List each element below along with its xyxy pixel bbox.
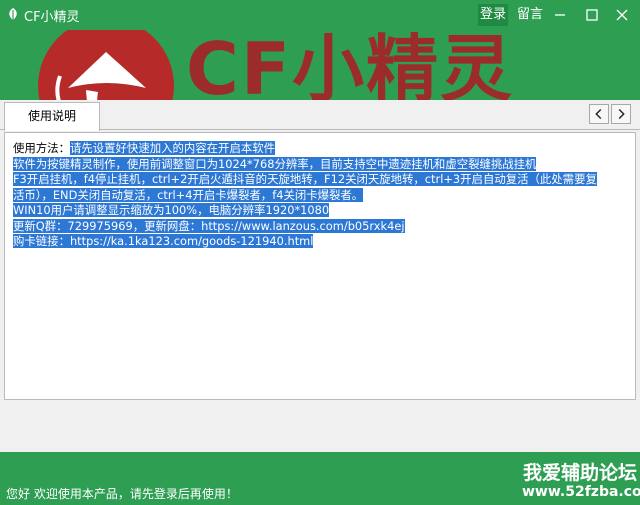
message-button[interactable]: 留言 [515, 4, 545, 26]
instructions-prefix: 使用方法： [13, 141, 70, 155]
conical-hat-logo [55, 52, 146, 100]
instruction-line: 软件为按键精灵制作，使用前调整窗口为1024*768分辨率，目前支持空中遗迹挂机… [13, 156, 635, 173]
selected-text: 购卡链接：https://ka.1ka123.com/goods-121940.… [13, 234, 314, 248]
instruction-line: F3开启挂机，f4停止挂机，ctrl+2开启火遁抖音的天旋地转，F12关闭天旋地… [13, 172, 635, 188]
window-title: CF小精灵 [24, 10, 80, 25]
chevron-right-icon[interactable] [611, 104, 631, 124]
status-footer: 我爱辅助论坛 www.52fzba.com 您好 欢迎使用本产品，请先登录后再使… [0, 452, 640, 505]
close-icon[interactable] [608, 3, 636, 27]
maximize-icon[interactable] [578, 3, 606, 27]
instructions-textbox[interactable]: 使用方法：请先设置好快速加入的内容在开启本软件 软件为按键精灵制作，使用前调整窗… [4, 132, 636, 400]
selected-text: 请先设置好快速加入的内容在开启本软件 [69, 141, 276, 155]
main-content: 使用说明 使用方法：请先设置好快速加入的内容在开启本软件 软件为按键精灵制作，使… [0, 100, 640, 452]
instruction-line: 更新Q群：729975969，更新网盘：https://www.lanzous.… [13, 218, 635, 235]
tab-strip: 使用说明 [0, 100, 640, 131]
selected-text: 软件为按键精灵制作，使用前调整窗口为1024*768分辨率，目前支持空中遗迹挂机… [13, 156, 537, 171]
selected-text: WIN10用户请调整显示缩放为100%，电脑分辨率1920*1080 [13, 203, 330, 217]
instruction-line: 购卡链接：https://ka.1ka123.com/goods-121940.… [13, 234, 635, 250]
selected-text: 更新Q群：729975969，更新网盘：https://www.lanzous.… [13, 218, 405, 233]
status-message: 您好 欢迎使用本产品，请先登录后再使用！ [6, 487, 238, 501]
header-banner: CF小精灵 [0, 30, 640, 100]
forum-url: www.52fzba.com [522, 484, 640, 500]
minimize-icon[interactable] [546, 3, 574, 27]
instruction-line: 活币），END关闭自动复活，ctrl+4开启卡爆裂者，f4关闭卡爆裂者。 [13, 187, 635, 204]
selected-text: F3开启挂机，f4停止挂机，ctrl+2开启火遁抖音的天旋地转，F12关闭天旋地… [13, 172, 597, 186]
tab-usage-instructions[interactable]: 使用说明 [4, 102, 100, 131]
chevron-left-icon[interactable] [589, 104, 609, 124]
selected-text: 活币），END关闭自动复活，ctrl+4开启卡爆裂者，f4关闭卡爆裂者。 [13, 187, 364, 202]
instruction-line: WIN10用户请调整显示缩放为100%，电脑分辨率1920*1080 [13, 203, 635, 219]
forum-name: 我爱辅助论坛 [523, 462, 638, 484]
banner-title: CF小精灵 [186, 30, 515, 100]
title-bar: CF小精灵 登录 留言 [0, 0, 640, 30]
login-button[interactable]: 登录 [478, 4, 508, 26]
instruction-line: 使用方法：请先设置好快速加入的内容在开启本软件 [13, 141, 635, 157]
leaf-icon [9, 8, 17, 20]
